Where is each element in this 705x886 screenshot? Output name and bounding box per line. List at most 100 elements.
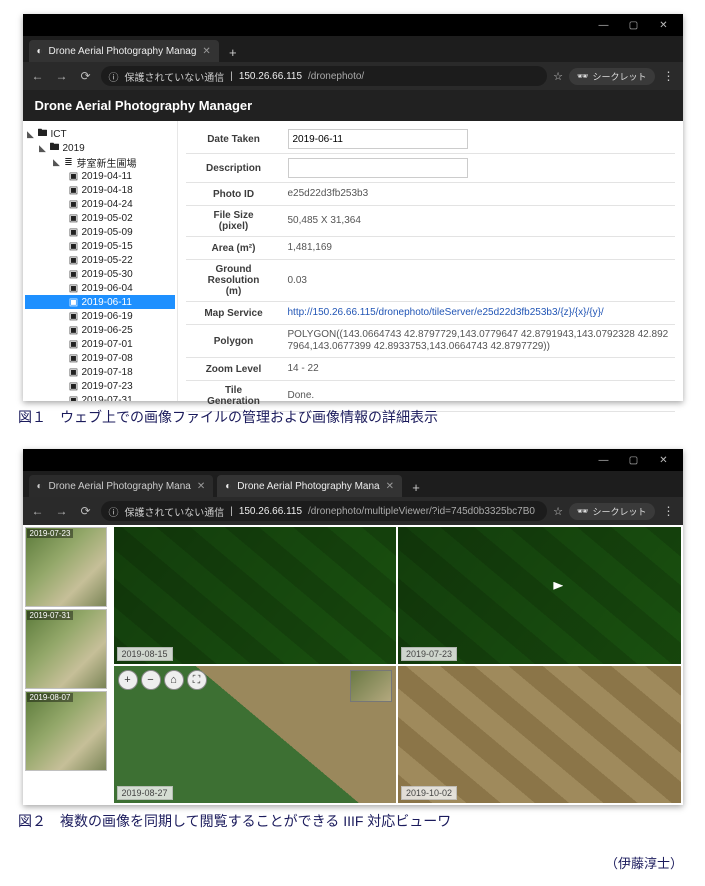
tree-date-item[interactable]: ▣2019-05-02 — [25, 211, 175, 225]
pane-bottom-right[interactable]: 2019-10-02 — [398, 666, 681, 803]
address-bar[interactable]: ⓘ 保護されていない通信 | 150.26.66.115/dronephoto/… — [101, 501, 548, 521]
tab-close-icon[interactable]: ✕ — [197, 481, 205, 492]
viewer-body: 2019-07-23 2019-07-31 2019-08-07 2019-08… — [23, 525, 683, 805]
back-button[interactable]: ← — [29, 67, 47, 85]
tree-date-item[interactable]: ▣2019-07-31 — [25, 393, 175, 401]
tree-date-item[interactable]: ▣2019-07-01 — [25, 337, 175, 351]
tree-date-item[interactable]: ▣2019-06-19 — [25, 309, 175, 323]
forward-button[interactable]: → — [53, 502, 71, 520]
detail-row-polygon: Polygon POLYGON((143.0664743 42.8797729,… — [186, 325, 675, 358]
detail-row-map-service: Map Service http://150.26.66.115/droneph… — [186, 302, 675, 325]
menu-icon[interactable]: ⋮ — [661, 504, 677, 518]
date-taken-input[interactable] — [288, 129, 468, 149]
detail-row-ground-res: Ground Resolution (m) 0.03 — [186, 260, 675, 302]
area-value: 1,481,169 — [282, 238, 675, 258]
tree-date-label: 2019-05-30 — [82, 269, 133, 280]
tree-date-item[interactable]: ▣2019-05-09 — [25, 225, 175, 239]
tree-date-label: 2019-07-08 — [82, 353, 133, 364]
tab-label: Drone Aerial Photography Mana — [49, 481, 191, 492]
minimize-icon[interactable]: — — [589, 16, 619, 34]
tree-date-item[interactable]: ▣2019-05-15 — [25, 239, 175, 253]
tree-sub[interactable]: ◣≣芽室新生圃場 — [25, 155, 175, 169]
file-size-value: 50,485 X 31,364 — [282, 211, 675, 231]
tree-date-item[interactable]: ▣2019-06-04 — [25, 281, 175, 295]
tab-close-icon[interactable]: ✕ — [386, 481, 394, 492]
new-tab-button[interactable]: + — [406, 477, 426, 497]
reload-button[interactable]: ⟳ — [77, 502, 95, 520]
incognito-icon: 🕶 — [577, 71, 588, 82]
browser-tab-1[interactable]: ◐ Drone Aerial Photography Mana ✕ — [29, 475, 214, 497]
thumbnail-item[interactable]: 2019-07-31 — [25, 609, 107, 689]
close-icon[interactable]: ✕ — [649, 16, 679, 34]
tree-date-label: 2019-05-22 — [82, 255, 133, 266]
tree-date-item[interactable]: ▣2019-05-30 — [25, 267, 175, 281]
tree-date-item[interactable]: ▣2019-06-25 — [25, 323, 175, 337]
tree-date-label: 2019-04-24 — [82, 199, 133, 210]
zoom-home-button[interactable]: ⌂ — [164, 670, 184, 690]
list-icon: ≣ — [64, 157, 74, 168]
thumb-date: 2019-07-23 — [27, 529, 74, 538]
fullscreen-button[interactable]: ⛶ — [187, 670, 207, 690]
collapse-icon[interactable]: ◣ — [39, 143, 47, 154]
tree-date-item[interactable]: ▣2019-05-22 — [25, 253, 175, 267]
zoom-out-button[interactable]: − — [141, 670, 161, 690]
browser-tab[interactable]: ◐ Drone Aerial Photography Manag ✕ — [29, 40, 219, 62]
thumbnail-item[interactable]: 2019-07-23 — [25, 527, 107, 607]
tree-date-item[interactable]: ▣2019-04-18 — [25, 183, 175, 197]
url-host: 150.26.66.115 — [239, 506, 302, 517]
tree-date-item[interactable]: ▣2019-07-18 — [25, 365, 175, 379]
tree-date-item[interactable]: ▣2019-07-08 — [25, 351, 175, 365]
url-bar: ← → ⟳ ⓘ 保護されていない通信 | 150.26.66.115/drone… — [23, 497, 683, 525]
security-warning: 保護されていない通信 — [125, 504, 225, 519]
pane-top-right[interactable]: 2019-07-23 — [398, 527, 681, 664]
tree-date-label: 2019-06-25 — [82, 325, 133, 336]
thumb-date: 2019-07-31 — [27, 611, 74, 620]
incognito-indicator: 🕶 シークレット — [569, 503, 654, 520]
maximize-icon[interactable]: ▢ — [619, 16, 649, 34]
address-bar[interactable]: ⓘ 保護されていない通信 | 150.26.66.115/dronephoto/ — [101, 66, 548, 86]
figure-2-caption: 図２ 複数の画像を同期して閲覧することができる IIIF 対応ビューワ — [18, 811, 691, 831]
new-tab-button[interactable]: + — [223, 42, 243, 62]
tab-close-icon[interactable]: ✕ — [202, 46, 210, 57]
image-icon: ▣ — [69, 367, 79, 378]
tree-date-item[interactable]: ▣2019-04-11 — [25, 169, 175, 183]
reload-button[interactable]: ⟳ — [77, 67, 95, 85]
aerial-image — [114, 527, 397, 664]
folder-icon: 🖿 — [38, 126, 48, 143]
star-icon[interactable]: ☆ — [553, 70, 563, 83]
map-service-link[interactable]: http://150.26.66.115/dronephoto/tileServ… — [282, 303, 675, 323]
pane-date: 2019-08-15 — [117, 647, 173, 661]
detail-row-file-size: File Size (pixel) 50,485 X 31,364 — [186, 206, 675, 237]
minimize-icon[interactable]: — — [589, 451, 619, 469]
star-icon[interactable]: ☆ — [553, 505, 563, 518]
pane-top-left[interactable]: 2019-08-15 — [114, 527, 397, 664]
tree-date-item[interactable]: ▣2019-04-24 — [25, 197, 175, 211]
thumbnail-item[interactable]: 2019-08-07 — [25, 691, 107, 771]
pane-bottom-left[interactable]: + − ⌂ ⛶ 2019-08-27 — [114, 666, 397, 803]
collapse-icon[interactable]: ◣ — [27, 129, 35, 140]
close-icon[interactable]: ✕ — [649, 451, 679, 469]
file-tree[interactable]: ◣🖿ICT ◣🖿2019 ◣≣芽室新生圃場 ▣2019-04-11▣2019-0… — [23, 121, 178, 401]
thumbnail-column[interactable]: 2019-07-23 2019-07-31 2019-08-07 — [23, 525, 112, 805]
browser-tab-2[interactable]: ◐ Drone Aerial Photography Mana ✕ — [217, 475, 402, 497]
tab-label: Drone Aerial Photography Mana — [237, 481, 379, 492]
insecure-icon: ⓘ — [109, 69, 119, 84]
tree-date-item[interactable]: ▣2019-06-11 — [25, 295, 175, 309]
tree-date-item[interactable]: ▣2019-07-23 — [25, 379, 175, 393]
description-input[interactable] — [288, 158, 468, 178]
figure-1: — ▢ ✕ ◐ Drone Aerial Photography Manag ✕… — [14, 14, 691, 427]
browser-window-1: — ▢ ✕ ◐ Drone Aerial Photography Manag ✕… — [23, 14, 683, 401]
collapse-icon[interactable]: ◣ — [53, 157, 61, 168]
tabs-row: ◐ Drone Aerial Photography Manag ✕ + — [23, 36, 683, 62]
menu-icon[interactable]: ⋮ — [661, 69, 677, 83]
image-icon: ▣ — [69, 185, 79, 196]
minimap[interactable] — [350, 670, 392, 702]
tree-root[interactable]: ◣🖿ICT — [25, 127, 175, 141]
pane-date: 2019-08-27 — [117, 786, 173, 800]
tree-year[interactable]: ◣🖿2019 — [25, 141, 175, 155]
maximize-icon[interactable]: ▢ — [619, 451, 649, 469]
back-button[interactable]: ← — [29, 502, 47, 520]
zoom-in-button[interactable]: + — [118, 670, 138, 690]
forward-button[interactable]: → — [53, 67, 71, 85]
pane-date: 2019-10-02 — [401, 786, 457, 800]
